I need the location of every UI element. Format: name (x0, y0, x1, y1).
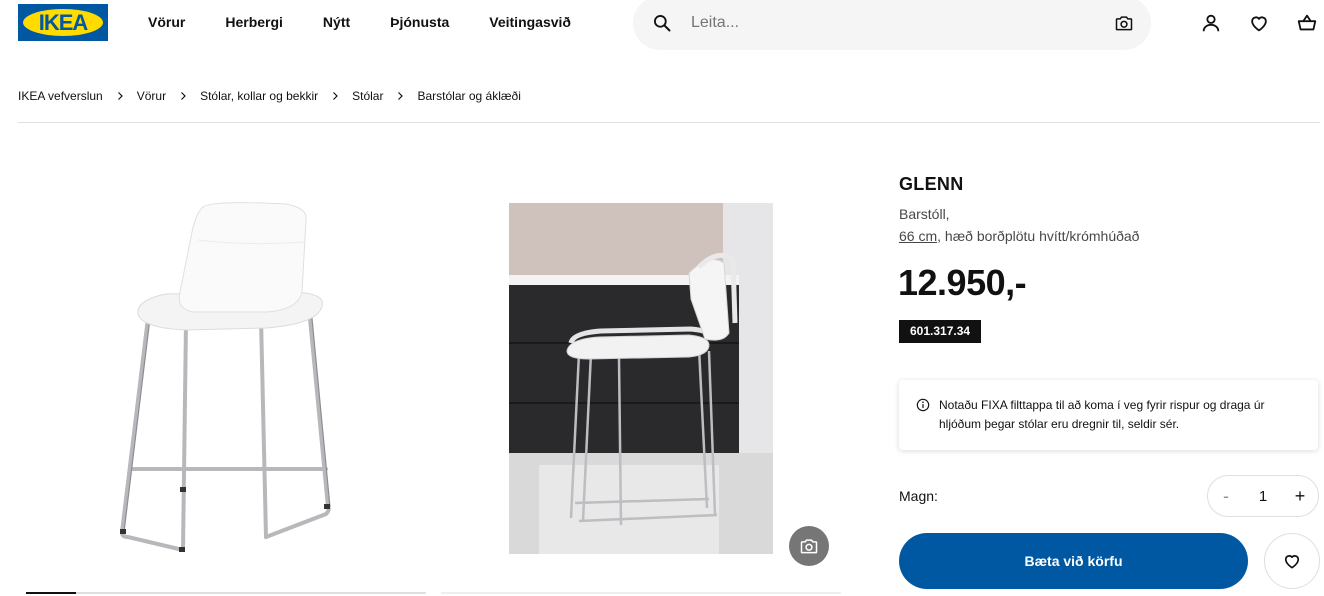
nav-item-vorur[interactable]: Vörur (148, 14, 185, 30)
camera-icon (800, 539, 818, 554)
nav-item-nytt[interactable]: Nýtt (323, 14, 350, 30)
breadcrumb-item-barstolar[interactable]: Barstólar og áklæði (417, 89, 520, 103)
quantity-label: Magn: (899, 488, 938, 504)
breadcrumb-item-home[interactable]: IKEA vefverslun (18, 89, 103, 103)
product-price: 12.950,- (898, 262, 1027, 303)
info-notice: Notaðu FIXA filttappa til að koma í veg … (899, 380, 1318, 450)
image-indicator-2[interactable] (441, 592, 841, 594)
search-bar[interactable] (633, 0, 1151, 50)
info-notice-text: Notaðu FIXA filttappa til að koma í veg … (939, 398, 1265, 431)
product-type: Barstóll, (899, 206, 950, 222)
heart-icon (1284, 555, 1300, 569)
chevron-right-icon (117, 92, 123, 100)
logo-oval: IKEA (23, 9, 103, 36)
quantity-increase-button[interactable]: + (1282, 486, 1318, 507)
product-image-context-wrap (441, 142, 841, 594)
site-header: IKEA Vörur Herbergi Nýtt Þjónusta Veitin… (0, 0, 1324, 50)
info-icon (916, 398, 930, 412)
breadcrumb-item-stolar-kollar[interactable]: Stólar, kollar og bekkir (200, 89, 318, 103)
product-description: Barstóll, 66 cm, hæð borðplötu hvítt/kró… (899, 203, 1139, 247)
user-icon[interactable] (1200, 12, 1222, 34)
view-in-room-button[interactable] (789, 526, 829, 566)
quantity-stepper: - 1 + (1207, 475, 1319, 517)
search-input[interactable] (691, 10, 1091, 36)
search-icon[interactable] (652, 13, 672, 33)
product-variant-line: 66 cm, hæð borðplötu hvítt/krómhúðað (899, 225, 1139, 247)
ikea-logo[interactable]: IKEA (18, 4, 108, 41)
chevron-right-icon (333, 92, 338, 100)
nav-item-herbergi[interactable]: Herbergi (225, 14, 283, 30)
breadcrumb-item-stolar[interactable]: Stólar (352, 89, 383, 103)
logo-text: IKEA (38, 9, 89, 35)
heart-icon[interactable] (1248, 12, 1270, 34)
nav-item-thjonusta[interactable]: Þjónusta (390, 14, 449, 30)
product-image-main[interactable] (26, 142, 426, 594)
product-variant: , hæð borðplötu hvítt/krómhúðað (937, 228, 1140, 244)
header-divider (18, 122, 1320, 123)
cart-icon[interactable] (1296, 12, 1318, 34)
nav-item-veitingasvid[interactable]: Veitingasvið (489, 14, 571, 30)
quantity-value[interactable]: 1 (1259, 488, 1267, 505)
chevron-right-icon (181, 92, 186, 100)
breadcrumb-item-vorur[interactable]: Vörur (137, 89, 166, 103)
image-indicator-active (26, 592, 76, 594)
product-dimension-link[interactable]: 66 cm (899, 228, 937, 244)
chevron-right-icon (398, 92, 404, 100)
quantity-decrease-button[interactable]: - (1208, 486, 1244, 507)
image-indicator-1[interactable] (26, 592, 426, 594)
breadcrumb: IKEA vefverslun Vörur Stólar, kollar og … (18, 89, 521, 103)
main-nav: Vörur Herbergi Nýtt Þjónusta Veitingasvi… (148, 14, 571, 30)
add-to-favourites-button[interactable] (1264, 533, 1320, 589)
article-number: 601.317.34 (899, 320, 982, 343)
product-image-context[interactable] (509, 203, 773, 554)
add-to-cart-button[interactable]: Bæta við körfu (899, 533, 1248, 589)
camera-icon[interactable] (1114, 13, 1134, 33)
product-name: GLENN (899, 174, 964, 194)
